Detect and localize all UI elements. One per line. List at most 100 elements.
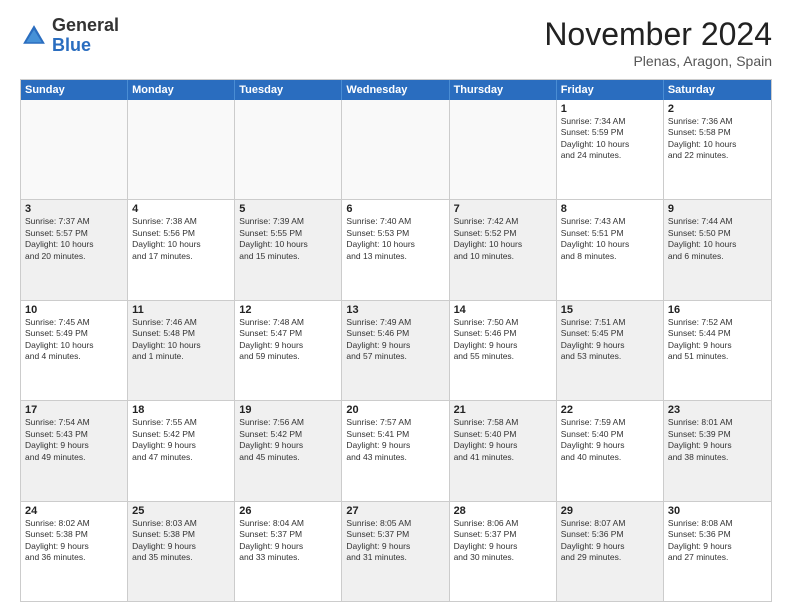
day-header-sunday: Sunday	[21, 80, 128, 100]
day-number: 24	[25, 505, 123, 517]
day-header-wednesday: Wednesday	[342, 80, 449, 100]
day-number: 10	[25, 304, 123, 316]
location: Plenas, Aragon, Spain	[544, 53, 772, 69]
day-header-monday: Monday	[128, 80, 235, 100]
day-info: Sunrise: 7:37 AMSunset: 5:57 PMDaylight:…	[25, 216, 123, 262]
day-info: Sunrise: 8:04 AMSunset: 5:37 PMDaylight:…	[239, 518, 337, 564]
day-cell-28: 28Sunrise: 8:06 AMSunset: 5:37 PMDayligh…	[450, 502, 557, 601]
day-info: Sunrise: 7:54 AMSunset: 5:43 PMDaylight:…	[25, 417, 123, 463]
calendar-body: 1Sunrise: 7:34 AMSunset: 5:59 PMDaylight…	[21, 100, 771, 601]
day-cell-9: 9Sunrise: 7:44 AMSunset: 5:50 PMDaylight…	[664, 200, 771, 299]
day-info: Sunrise: 7:38 AMSunset: 5:56 PMDaylight:…	[132, 216, 230, 262]
week-row-3: 10Sunrise: 7:45 AMSunset: 5:49 PMDayligh…	[21, 301, 771, 401]
logo-icon	[20, 22, 48, 50]
day-header-friday: Friday	[557, 80, 664, 100]
day-info: Sunrise: 7:50 AMSunset: 5:46 PMDaylight:…	[454, 317, 552, 363]
day-number: 23	[668, 404, 767, 416]
day-header-saturday: Saturday	[664, 80, 771, 100]
day-cell-13: 13Sunrise: 7:49 AMSunset: 5:46 PMDayligh…	[342, 301, 449, 400]
day-cell-27: 27Sunrise: 8:05 AMSunset: 5:37 PMDayligh…	[342, 502, 449, 601]
day-number: 13	[346, 304, 444, 316]
day-info: Sunrise: 7:59 AMSunset: 5:40 PMDaylight:…	[561, 417, 659, 463]
day-number: 12	[239, 304, 337, 316]
day-cell-5: 5Sunrise: 7:39 AMSunset: 5:55 PMDaylight…	[235, 200, 342, 299]
day-info: Sunrise: 7:52 AMSunset: 5:44 PMDaylight:…	[668, 317, 767, 363]
logo-general: General	[52, 15, 119, 35]
day-number: 20	[346, 404, 444, 416]
day-cell-10: 10Sunrise: 7:45 AMSunset: 5:49 PMDayligh…	[21, 301, 128, 400]
day-cell-21: 21Sunrise: 7:58 AMSunset: 5:40 PMDayligh…	[450, 401, 557, 500]
day-number: 1	[561, 103, 659, 115]
day-number: 15	[561, 304, 659, 316]
day-cell-23: 23Sunrise: 8:01 AMSunset: 5:39 PMDayligh…	[664, 401, 771, 500]
day-info: Sunrise: 8:02 AMSunset: 5:38 PMDaylight:…	[25, 518, 123, 564]
day-info: Sunrise: 7:57 AMSunset: 5:41 PMDaylight:…	[346, 417, 444, 463]
day-header-tuesday: Tuesday	[235, 80, 342, 100]
day-info: Sunrise: 7:36 AMSunset: 5:58 PMDaylight:…	[668, 116, 767, 162]
day-cell-3: 3Sunrise: 7:37 AMSunset: 5:57 PMDaylight…	[21, 200, 128, 299]
empty-cell-0-0	[21, 100, 128, 199]
day-cell-17: 17Sunrise: 7:54 AMSunset: 5:43 PMDayligh…	[21, 401, 128, 500]
day-number: 2	[668, 103, 767, 115]
day-number: 5	[239, 203, 337, 215]
day-info: Sunrise: 8:07 AMSunset: 5:36 PMDaylight:…	[561, 518, 659, 564]
day-number: 14	[454, 304, 552, 316]
day-cell-19: 19Sunrise: 7:56 AMSunset: 5:42 PMDayligh…	[235, 401, 342, 500]
empty-cell-0-1	[128, 100, 235, 199]
day-cell-7: 7Sunrise: 7:42 AMSunset: 5:52 PMDaylight…	[450, 200, 557, 299]
day-number: 26	[239, 505, 337, 517]
day-info: Sunrise: 7:34 AMSunset: 5:59 PMDaylight:…	[561, 116, 659, 162]
day-info: Sunrise: 7:45 AMSunset: 5:49 PMDaylight:…	[25, 317, 123, 363]
day-info: Sunrise: 7:44 AMSunset: 5:50 PMDaylight:…	[668, 216, 767, 262]
day-cell-25: 25Sunrise: 8:03 AMSunset: 5:38 PMDayligh…	[128, 502, 235, 601]
day-number: 3	[25, 203, 123, 215]
day-cell-16: 16Sunrise: 7:52 AMSunset: 5:44 PMDayligh…	[664, 301, 771, 400]
day-number: 6	[346, 203, 444, 215]
week-row-5: 24Sunrise: 8:02 AMSunset: 5:38 PMDayligh…	[21, 502, 771, 601]
day-info: Sunrise: 7:55 AMSunset: 5:42 PMDaylight:…	[132, 417, 230, 463]
day-number: 30	[668, 505, 767, 517]
day-info: Sunrise: 7:43 AMSunset: 5:51 PMDaylight:…	[561, 216, 659, 262]
day-cell-11: 11Sunrise: 7:46 AMSunset: 5:48 PMDayligh…	[128, 301, 235, 400]
day-info: Sunrise: 7:42 AMSunset: 5:52 PMDaylight:…	[454, 216, 552, 262]
day-info: Sunrise: 8:05 AMSunset: 5:37 PMDaylight:…	[346, 518, 444, 564]
day-info: Sunrise: 7:51 AMSunset: 5:45 PMDaylight:…	[561, 317, 659, 363]
day-number: 4	[132, 203, 230, 215]
day-number: 9	[668, 203, 767, 215]
day-info: Sunrise: 7:46 AMSunset: 5:48 PMDaylight:…	[132, 317, 230, 363]
page: General Blue November 2024 Plenas, Arago…	[0, 0, 792, 612]
day-number: 22	[561, 404, 659, 416]
day-info: Sunrise: 7:39 AMSunset: 5:55 PMDaylight:…	[239, 216, 337, 262]
logo-text: General Blue	[52, 16, 119, 56]
month-title: November 2024	[544, 16, 772, 53]
week-row-4: 17Sunrise: 7:54 AMSunset: 5:43 PMDayligh…	[21, 401, 771, 501]
day-info: Sunrise: 7:56 AMSunset: 5:42 PMDaylight:…	[239, 417, 337, 463]
day-cell-30: 30Sunrise: 8:08 AMSunset: 5:36 PMDayligh…	[664, 502, 771, 601]
day-cell-18: 18Sunrise: 7:55 AMSunset: 5:42 PMDayligh…	[128, 401, 235, 500]
day-number: 28	[454, 505, 552, 517]
day-info: Sunrise: 8:03 AMSunset: 5:38 PMDaylight:…	[132, 518, 230, 564]
day-number: 19	[239, 404, 337, 416]
day-number: 27	[346, 505, 444, 517]
day-info: Sunrise: 7:48 AMSunset: 5:47 PMDaylight:…	[239, 317, 337, 363]
empty-cell-0-2	[235, 100, 342, 199]
day-info: Sunrise: 7:58 AMSunset: 5:40 PMDaylight:…	[454, 417, 552, 463]
day-cell-22: 22Sunrise: 7:59 AMSunset: 5:40 PMDayligh…	[557, 401, 664, 500]
day-info: Sunrise: 8:08 AMSunset: 5:36 PMDaylight:…	[668, 518, 767, 564]
calendar-header: SundayMondayTuesdayWednesdayThursdayFrid…	[21, 80, 771, 100]
logo-blue: Blue	[52, 35, 91, 55]
day-number: 16	[668, 304, 767, 316]
day-cell-6: 6Sunrise: 7:40 AMSunset: 5:53 PMDaylight…	[342, 200, 449, 299]
day-number: 8	[561, 203, 659, 215]
day-cell-29: 29Sunrise: 8:07 AMSunset: 5:36 PMDayligh…	[557, 502, 664, 601]
day-number: 29	[561, 505, 659, 517]
day-number: 21	[454, 404, 552, 416]
day-number: 11	[132, 304, 230, 316]
day-cell-15: 15Sunrise: 7:51 AMSunset: 5:45 PMDayligh…	[557, 301, 664, 400]
day-number: 17	[25, 404, 123, 416]
day-cell-8: 8Sunrise: 7:43 AMSunset: 5:51 PMDaylight…	[557, 200, 664, 299]
day-info: Sunrise: 7:40 AMSunset: 5:53 PMDaylight:…	[346, 216, 444, 262]
day-cell-24: 24Sunrise: 8:02 AMSunset: 5:38 PMDayligh…	[21, 502, 128, 601]
calendar: SundayMondayTuesdayWednesdayThursdayFrid…	[20, 79, 772, 602]
day-info: Sunrise: 7:49 AMSunset: 5:46 PMDaylight:…	[346, 317, 444, 363]
